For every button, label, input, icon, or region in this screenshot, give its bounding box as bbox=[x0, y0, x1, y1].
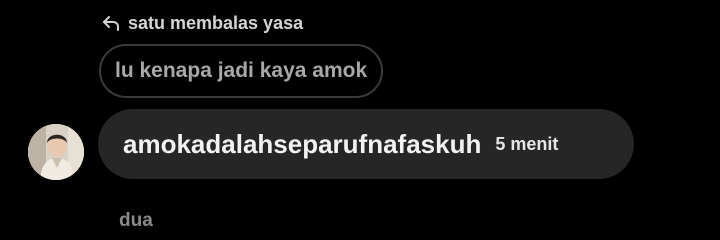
chat-thread: satu membalas yasa lu kenapa jadi kaya a… bbox=[0, 0, 720, 240]
reply-context-text: satu membalas yasa bbox=[128, 12, 304, 33]
reply-context: satu membalas yasa bbox=[100, 12, 303, 34]
quoted-message-bubble[interactable]: lu kenapa jadi kaya amok bbox=[99, 44, 384, 98]
avatar[interactable] bbox=[28, 124, 84, 180]
footer-label: dua bbox=[119, 210, 153, 231]
reply-arrow-icon bbox=[100, 12, 122, 34]
message-text: amokadalahseparufnafaskuh bbox=[123, 128, 482, 159]
message-timestamp: 5 menit bbox=[495, 133, 559, 154]
quoted-message-text: lu kenapa jadi kaya amok bbox=[115, 59, 368, 82]
message-bubble[interactable]: amokadalahseparufnafaskuh 5 menit bbox=[98, 109, 634, 179]
